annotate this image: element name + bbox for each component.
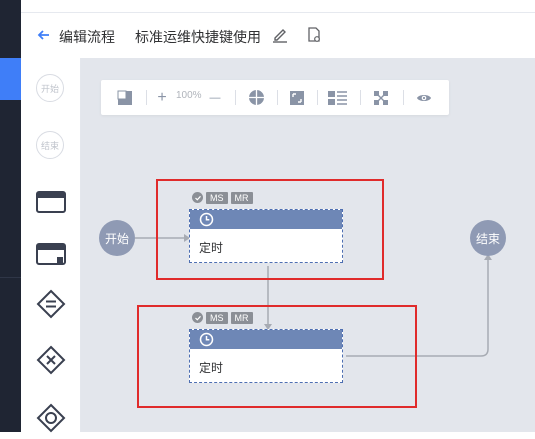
badge-ms: MS	[206, 191, 228, 204]
palette-converge-gateway[interactable]	[35, 402, 67, 434]
nav-active-indicator[interactable]	[0, 58, 21, 100]
format-layout-icon[interactable]	[371, 88, 390, 107]
toolbar-divider	[146, 90, 147, 105]
process-name: 标准运维快捷键使用	[135, 29, 261, 45]
toolbar-divider	[360, 90, 361, 105]
toolbar-divider	[317, 90, 318, 105]
reset-position-icon[interactable]	[247, 88, 266, 107]
node-list-icon[interactable]	[327, 88, 348, 107]
palette-task-node[interactable]	[35, 186, 67, 218]
back-label[interactable]: 编辑流程	[59, 27, 115, 47]
task1-badges: MS MR	[192, 191, 253, 204]
canvas-toolbar: + 100% —	[101, 80, 449, 115]
task-label: 定时	[199, 361, 224, 375]
palette-end-label: 结束	[36, 131, 64, 159]
badge-mr: MR	[230, 311, 253, 324]
palette-start-label: 开始	[36, 74, 64, 102]
task-node-icon	[36, 191, 66, 213]
toolbar-divider	[277, 90, 278, 105]
nav-divider	[0, 277, 21, 278]
task2-badges: MS MR	[192, 311, 253, 324]
task-label: 定时	[199, 241, 224, 255]
palette-branch-gateway[interactable]	[35, 344, 67, 376]
zoom-in-button[interactable]: +	[155, 88, 169, 107]
flow-canvas[interactable]: + 100% — 开始 结束 MS MR 定时 MS MR 定时	[81, 58, 535, 432]
end-node[interactable]: 结束	[470, 220, 506, 256]
task-node-timer-1[interactable]: 定时	[189, 209, 343, 263]
palette-subprocess-node[interactable]	[35, 238, 67, 270]
palette-start-node[interactable]: 开始	[35, 73, 67, 105]
zoom-out-button[interactable]: —	[208, 88, 222, 107]
preview-eye-icon[interactable]	[414, 88, 433, 107]
app-nav-rail	[0, 0, 21, 432]
check-circle-icon	[192, 192, 203, 203]
task-header	[190, 210, 342, 229]
clock-icon	[199, 332, 214, 347]
toolbar-divider	[403, 90, 404, 105]
clock-icon	[199, 212, 214, 227]
parallel-gateway-icon	[36, 289, 66, 319]
zoom-level: 100%	[176, 90, 202, 101]
toolbar-divider	[235, 90, 236, 105]
document-settings-icon[interactable]	[304, 25, 324, 45]
check-circle-icon	[192, 312, 203, 323]
fullscreen-icon[interactable]	[287, 88, 306, 107]
badge-ms: MS	[206, 311, 228, 324]
badge-mr: MR	[230, 191, 253, 204]
page-header: 编辑流程 标准运维快捷键使用	[21, 13, 535, 59]
back-arrow-icon[interactable]	[36, 27, 52, 43]
converge-gateway-icon	[36, 403, 66, 433]
node-palette: 开始 结束	[21, 58, 81, 434]
branch-gateway-icon	[36, 345, 66, 375]
top-strip	[21, 0, 535, 13]
edit-pencil-icon[interactable]	[270, 25, 290, 45]
connector-task2-to-end	[346, 258, 489, 357]
subprocess-node-icon	[36, 243, 66, 265]
palette-end-node[interactable]: 结束	[35, 130, 67, 162]
task-header	[190, 330, 342, 349]
task-node-timer-2[interactable]: 定时	[189, 329, 343, 383]
start-node[interactable]: 开始	[99, 220, 135, 256]
frame-select-icon[interactable]	[115, 88, 134, 107]
palette-parallel-gateway[interactable]	[35, 288, 67, 320]
